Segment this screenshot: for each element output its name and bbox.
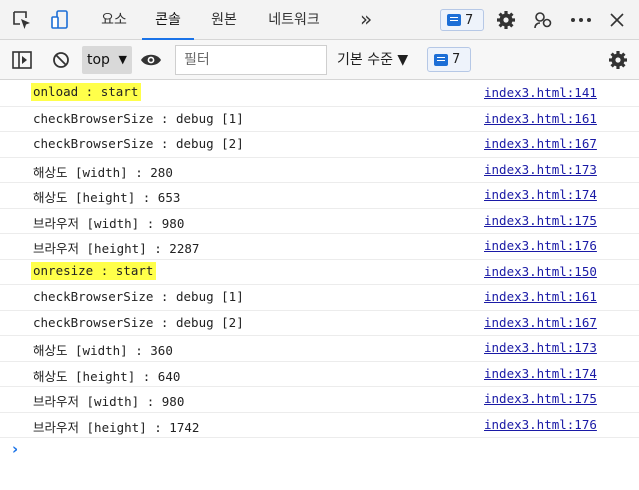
more-tabs-button[interactable]: »: [360, 0, 372, 40]
source-link[interactable]: index3.html:173: [484, 162, 597, 177]
log-message: checkBrowserSize : debug [2]: [33, 314, 244, 330]
console-settings-gear-icon[interactable]: [606, 48, 630, 72]
source-link[interactable]: index3.html:150: [484, 264, 597, 279]
source-link[interactable]: index3.html:176: [484, 238, 597, 253]
console-row: 브라우저 [width] : 980 index3.html:175: [0, 209, 639, 234]
sidebar-toggle-icon[interactable]: [10, 48, 34, 72]
tab-console[interactable]: 콘솔: [142, 0, 194, 40]
connection-icon[interactable]: [531, 8, 555, 32]
source-link[interactable]: index3.html:174: [484, 187, 597, 202]
log-message: onload : start: [31, 83, 142, 101]
console-row: 브라우저 [height] : 1742 index3.html:176: [0, 413, 639, 438]
log-message: 해상도 [width] : 360: [33, 343, 173, 358]
settings-gear-icon[interactable]: [494, 8, 518, 32]
log-message: checkBrowserSize : debug [1]: [33, 110, 244, 126]
tab-sources[interactable]: 원본: [198, 0, 250, 40]
live-expression-eye-icon[interactable]: [139, 48, 163, 72]
log-message: 브라우저 [height] : 1742: [33, 419, 200, 435]
console-row: checkBrowserSize : debug [2] index3.html…: [0, 132, 639, 158]
source-link[interactable]: index3.html:174: [484, 366, 597, 381]
console-messages: onload : start index3.html:141 checkBrow…: [0, 81, 639, 438]
source-link[interactable]: index3.html:175: [484, 391, 597, 406]
source-link[interactable]: index3.html:176: [484, 417, 597, 432]
log-message: 브라우저 [height] : 2287: [33, 241, 200, 256]
message-icon: [447, 14, 461, 26]
source-link[interactable]: index3.html:167: [484, 315, 597, 330]
more-dots-icon[interactable]: [569, 8, 593, 32]
clear-console-icon[interactable]: [49, 48, 73, 72]
issues-count: 7: [465, 12, 474, 28]
tab-elements[interactable]: 요소: [88, 0, 140, 40]
log-message: 브라우저 [width] : 980: [33, 394, 185, 409]
devtools-tabbar: 요소 콘솔 원본 네트워크 » 7: [0, 0, 639, 40]
log-message: 해상도 [width] : 280: [33, 164, 173, 180]
device-emulation-icon[interactable]: [48, 8, 72, 32]
log-message: onresize : start: [31, 261, 157, 280]
console-row: 해상도 [height] : 640 index3.html:174: [0, 362, 639, 387]
log-message: checkBrowserSize : debug [1]: [33, 289, 244, 304]
console-row: 해상도 [width] : 280 index3.html:173: [0, 158, 639, 183]
context-value: top: [87, 52, 110, 68]
source-link[interactable]: index3.html:141: [484, 85, 597, 100]
issues-badge-toolbar[interactable]: 7: [427, 47, 471, 72]
console-row: 해상도 [height] : 653 index3.html:174: [0, 183, 639, 209]
chevron-down-icon: ▼: [118, 53, 127, 66]
message-icon: [434, 53, 448, 66]
inspect-icon[interactable]: [10, 8, 34, 32]
console-row: onresize : start index3.html:150: [0, 260, 639, 285]
source-link[interactable]: index3.html:173: [484, 340, 597, 355]
log-levels-dropdown[interactable]: 기본 수준 ▼: [337, 47, 408, 73]
console-prompt[interactable]: ›: [12, 440, 18, 458]
context-selector[interactable]: top ▼: [82, 46, 132, 74]
console-row: 브라우저 [width] : 980 index3.html:175: [0, 387, 639, 413]
filter-input[interactable]: [175, 45, 327, 75]
log-message: 해상도 [height] : 640: [33, 368, 181, 384]
log-message: checkBrowserSize : debug [2]: [33, 136, 244, 151]
console-row: checkBrowserSize : debug [1] index3.html…: [0, 285, 639, 311]
console-row: onload : start index3.html:141: [0, 81, 639, 107]
source-link[interactable]: index3.html:161: [484, 111, 597, 126]
close-icon[interactable]: [605, 8, 629, 32]
log-message: 브라우저 [width] : 980: [33, 215, 185, 231]
issues-badge-top[interactable]: 7: [440, 9, 484, 31]
console-row: checkBrowserSize : debug [1] index3.html…: [0, 107, 639, 132]
log-message: 해상도 [height] : 653: [33, 190, 181, 205]
issues-count: 7: [452, 52, 461, 67]
console-row: checkBrowserSize : debug [2] index3.html…: [0, 311, 639, 336]
tab-network[interactable]: 네트워크: [256, 0, 332, 40]
console-row: 해상도 [width] : 360 index3.html:173: [0, 336, 639, 362]
source-link[interactable]: index3.html:175: [484, 213, 597, 228]
source-link[interactable]: index3.html:161: [484, 289, 597, 304]
source-link[interactable]: index3.html:167: [484, 136, 597, 151]
console-row: 브라우저 [height] : 2287 index3.html:176: [0, 234, 639, 260]
